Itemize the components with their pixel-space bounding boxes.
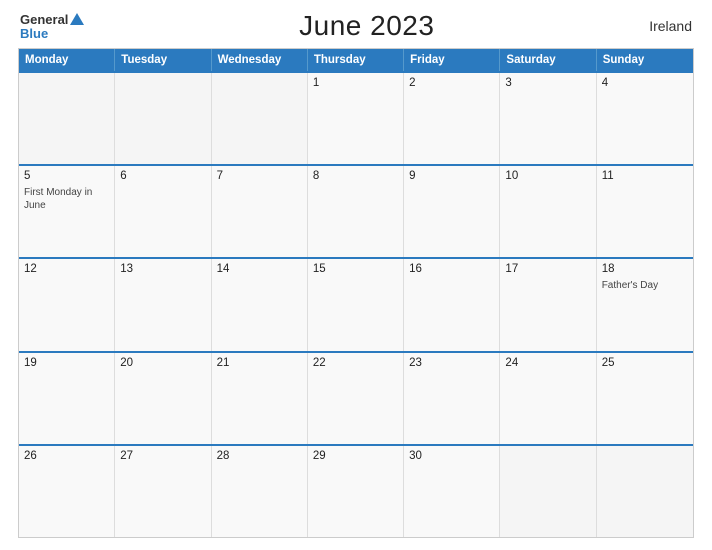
day-cell: 21	[212, 353, 308, 444]
week-row-3: 12 13 14 15 16 17 18 Father's Day	[19, 257, 693, 350]
day-cell: 25	[597, 353, 693, 444]
day-cell: 22	[308, 353, 404, 444]
day-cell: 1	[308, 73, 404, 164]
day-cell: 16	[404, 259, 500, 350]
day-cell: 23	[404, 353, 500, 444]
day-cell: 6	[115, 166, 211, 257]
day-number: 2	[409, 77, 494, 89]
day-cell: 2	[404, 73, 500, 164]
week-row-2: 5 First Monday in June 6789 10 11	[19, 164, 693, 257]
day-cell: 24	[500, 353, 596, 444]
week-row-5: 26 27 28 29 30	[19, 444, 693, 537]
day-number: 15	[313, 263, 398, 275]
day-number: 16	[409, 263, 494, 275]
day-cell: 18 Father's Day	[597, 259, 693, 350]
day-number: 29	[313, 450, 398, 462]
day-cell	[115, 73, 211, 164]
day-number: 21	[217, 357, 302, 369]
calendar-title: June 2023	[299, 10, 434, 42]
day-number: 1	[313, 77, 398, 89]
day-number: 5	[24, 170, 109, 182]
week-row-4: 19 20 21 22 23 24 25	[19, 351, 693, 444]
day-header-wednesday: Wednesday	[212, 49, 308, 71]
week-row-1: 1234	[19, 71, 693, 164]
day-number: 6	[120, 170, 205, 182]
day-cell: 30	[404, 446, 500, 537]
day-number: 27	[120, 450, 205, 462]
day-cell: 14	[212, 259, 308, 350]
day-cell: 8	[308, 166, 404, 257]
day-cell: 7	[212, 166, 308, 257]
day-number: 26	[24, 450, 109, 462]
day-number: 13	[120, 263, 205, 275]
day-cell: 28	[212, 446, 308, 537]
day-number: 4	[602, 77, 688, 89]
day-number: 17	[505, 263, 590, 275]
day-number: 12	[24, 263, 109, 275]
day-header-monday: Monday	[19, 49, 115, 71]
day-cell: 12	[19, 259, 115, 350]
day-headers-row: MondayTuesdayWednesdayThursdayFridaySatu…	[19, 49, 693, 71]
day-number: 14	[217, 263, 302, 275]
day-number: 7	[217, 170, 302, 182]
day-cell: 26	[19, 446, 115, 537]
day-cell: 9	[404, 166, 500, 257]
day-header-tuesday: Tuesday	[115, 49, 211, 71]
day-number: 3	[505, 77, 590, 89]
day-cell	[500, 446, 596, 537]
day-cell: 15	[308, 259, 404, 350]
logo-triangle-icon	[70, 13, 84, 25]
day-event: Father's Day	[602, 279, 688, 292]
country-label: Ireland	[649, 18, 692, 34]
calendar: MondayTuesdayWednesdayThursdayFridaySatu…	[18, 48, 694, 538]
day-number: 18	[602, 263, 688, 275]
day-number: 22	[313, 357, 398, 369]
day-cell: 17	[500, 259, 596, 350]
day-cell: 27	[115, 446, 211, 537]
day-header-sunday: Sunday	[597, 49, 693, 71]
day-number: 8	[313, 170, 398, 182]
day-number: 9	[409, 170, 494, 182]
weeks-container: 12345First Monday in June678910111213141…	[19, 71, 693, 537]
day-header-friday: Friday	[404, 49, 500, 71]
day-cell: 13	[115, 259, 211, 350]
day-cell	[212, 73, 308, 164]
calendar-header: General Blue June 2023 Ireland	[0, 0, 712, 48]
day-cell: 4	[597, 73, 693, 164]
day-number: 30	[409, 450, 494, 462]
logo-blue-text: Blue	[20, 27, 48, 40]
day-cell	[19, 73, 115, 164]
day-cell: 10	[500, 166, 596, 257]
day-cell: 19	[19, 353, 115, 444]
day-cell	[597, 446, 693, 537]
logo-general-text: General	[20, 13, 68, 26]
day-header-saturday: Saturday	[500, 49, 596, 71]
day-cell: 11	[597, 166, 693, 257]
day-cell: 20	[115, 353, 211, 444]
day-cell: 29	[308, 446, 404, 537]
day-header-thursday: Thursday	[308, 49, 404, 71]
logo: General Blue	[20, 13, 84, 40]
day-number: 23	[409, 357, 494, 369]
day-number: 20	[120, 357, 205, 369]
day-number: 10	[505, 170, 590, 182]
day-number: 11	[602, 170, 688, 182]
day-number: 24	[505, 357, 590, 369]
day-cell: 3	[500, 73, 596, 164]
day-event: First Monday in June	[24, 186, 109, 212]
day-number: 25	[602, 357, 688, 369]
day-number: 28	[217, 450, 302, 462]
day-number: 19	[24, 357, 109, 369]
day-cell: 5 First Monday in June	[19, 166, 115, 257]
